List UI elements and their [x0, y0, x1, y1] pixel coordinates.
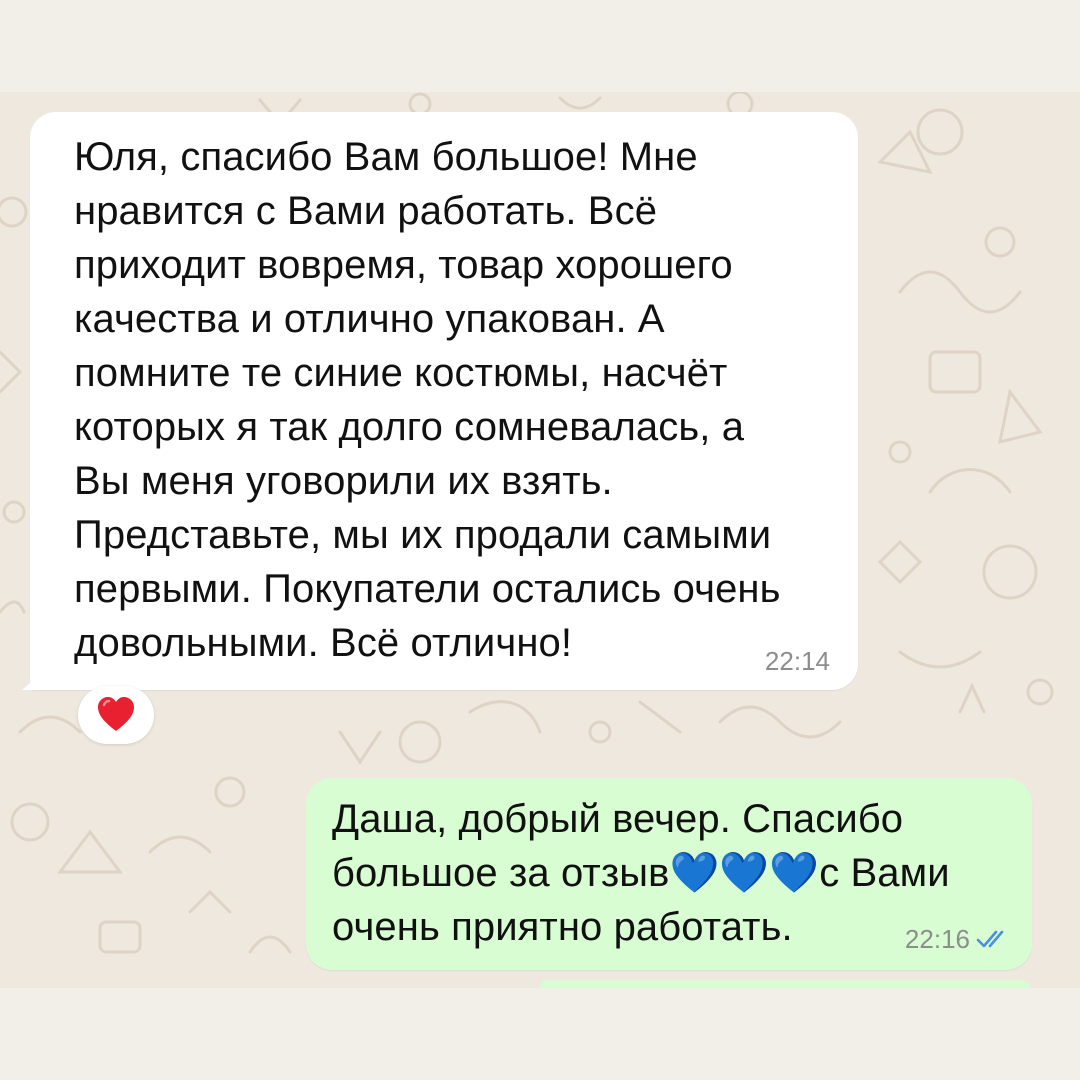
message-line: которых я так долго сомневалась, а: [74, 405, 745, 449]
message-line: Представьте, мы их продали самыми: [74, 513, 772, 557]
message-line: довольными. Всё отлично!: [74, 621, 573, 665]
message-line: нравится с Вами работать. Всё: [74, 189, 658, 233]
message-reaction[interactable]: [78, 686, 154, 744]
incoming-message-bubble[interactable]: Юля, спасибо Вам большое! Мне нравится с…: [22, 112, 858, 690]
message-line: первыми. Покупатели остались очень: [74, 567, 781, 611]
message-line: большое за отзыв💙💙💙с Вами: [332, 851, 950, 895]
red-heart-icon: [98, 697, 134, 731]
chat-area: Юля, спасибо Вам большое! Мне нравится с…: [0, 92, 1080, 988]
outgoing-message-bubble[interactable]: Даша, добрый вечер. Спасибо большое за о…: [306, 778, 1032, 970]
message-meta: 22:14: [765, 646, 830, 676]
message-line: приходит вовремя, товар хорошего: [74, 243, 733, 287]
message-line: очень приятно работать.: [332, 905, 793, 949]
message-line: Вы меня уговорили их взять.: [74, 459, 613, 503]
message-line: Юля, спасибо Вам большое! Мне: [74, 135, 698, 179]
message-timestamp: 22:14: [764, 646, 830, 676]
message-meta: 22:16: [905, 924, 1010, 954]
next-message-bubble-edge: [540, 980, 1030, 988]
message-timestamp: 22:16: [904, 924, 970, 954]
message-line: качества и отлично упакован. А: [74, 297, 665, 341]
double-check-read-icon: [976, 930, 1004, 948]
message-line: помните те синие костюмы, насчёт: [74, 351, 728, 395]
message-line: Даша, добрый вечер. Спасибо: [332, 797, 904, 841]
